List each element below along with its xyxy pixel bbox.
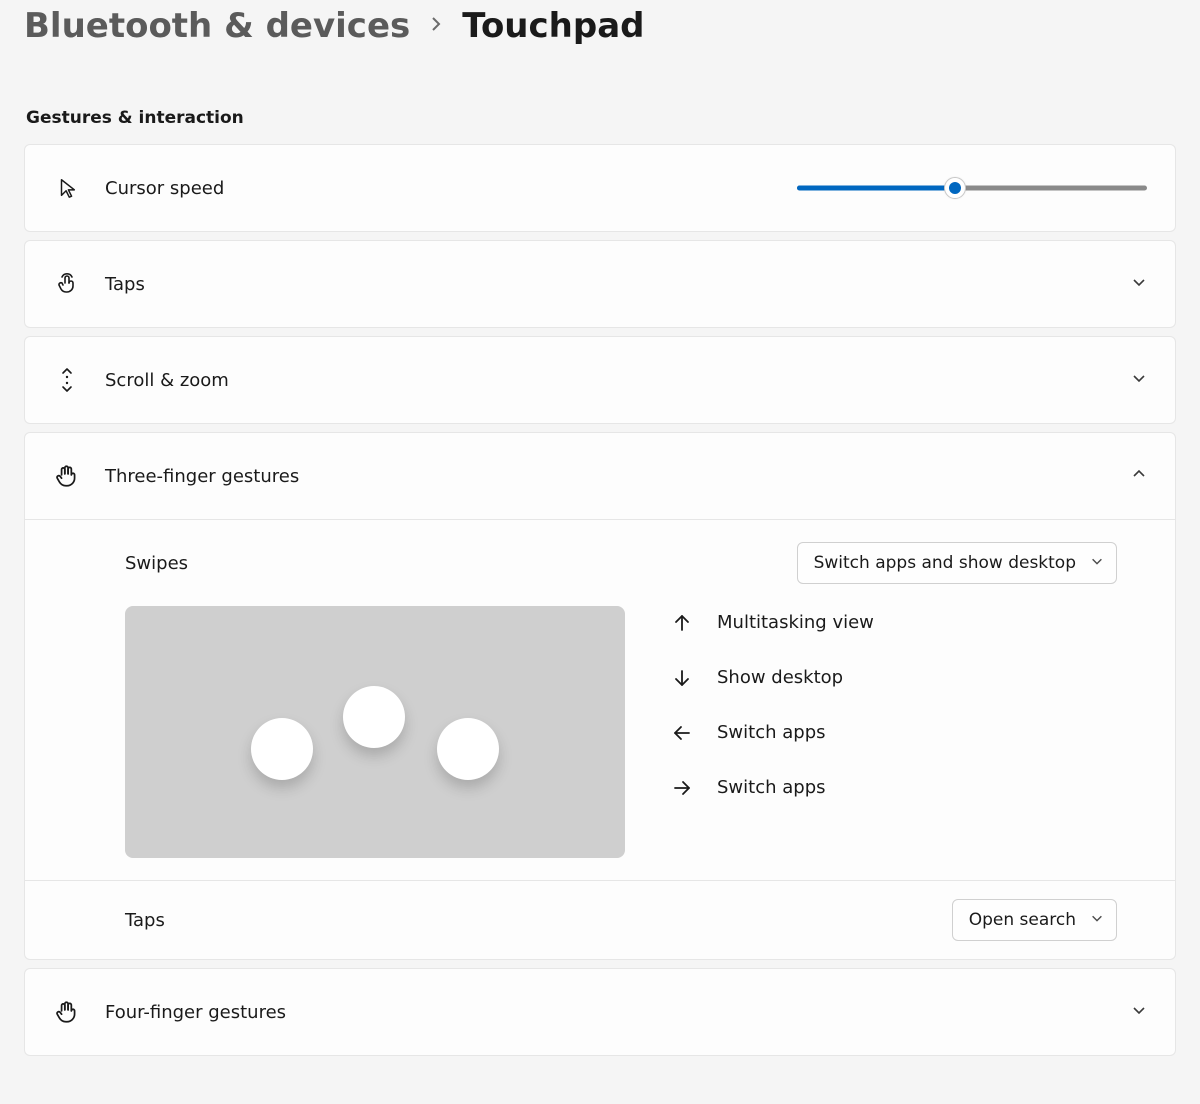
hand-icon [53,463,81,489]
chevron-down-icon [1131,370,1147,390]
three-finger-header[interactable]: Three-finger gestures [25,433,1175,519]
card-three-finger: Three-finger gestures Swipes Switch apps… [24,432,1176,960]
breadcrumb-parent[interactable]: Bluetooth & devices [24,6,410,46]
swipe-right-item: Switch apps [669,777,874,798]
three-finger-sub-swipes: Swipes Switch apps and show desktop [25,519,1175,880]
chevron-down-icon [1131,274,1147,294]
section-title-gestures: Gestures & interaction [26,108,1176,128]
swipe-up-label: Multitasking view [717,612,874,633]
swipe-up-item: Multitasking view [669,612,874,633]
arrow-up-icon [669,613,695,633]
four-finger-label: Four-finger gestures [105,1002,286,1023]
three-finger-taps-dropdown[interactable]: Open search [952,899,1117,941]
swipe-direction-list: Multitasking view Show desktop Switch ap… [669,606,874,798]
hand-icon [53,999,81,1025]
cursor-icon [53,176,81,200]
chevron-up-icon [1131,466,1147,486]
chevron-down-icon [1131,1002,1147,1022]
finger-dot [251,718,313,780]
arrow-right-icon [669,778,695,798]
swipes-label: Swipes [125,553,188,574]
page-title: Touchpad [462,6,644,46]
chevron-right-icon [428,12,444,40]
three-finger-sub-taps: Taps Open search [25,880,1175,959]
touchpad-illustration [125,606,625,858]
three-finger-taps-label: Taps [125,910,165,931]
three-finger-taps-value: Open search [969,910,1076,930]
finger-dot [343,686,405,748]
swipe-down-label: Show desktop [717,667,843,688]
swipe-down-item: Show desktop [669,667,874,688]
swipes-dropdown-value: Switch apps and show desktop [814,553,1076,573]
chevron-down-icon [1090,910,1104,930]
scroll-zoom-label: Scroll & zoom [105,370,229,391]
swipe-right-label: Switch apps [717,777,826,798]
card-taps[interactable]: Taps [24,240,1176,328]
three-finger-label: Three-finger gestures [105,466,299,487]
cursor-speed-label: Cursor speed [105,178,224,199]
swipe-left-label: Switch apps [717,722,826,743]
arrow-left-icon [669,723,695,743]
taps-label: Taps [105,274,145,295]
tap-icon [53,272,81,296]
swipe-left-item: Switch apps [669,722,874,743]
scroll-zoom-icon [53,366,81,394]
cursor-speed-slider[interactable] [797,176,1147,200]
card-cursor-speed: Cursor speed [24,144,1176,232]
swipes-dropdown[interactable]: Switch apps and show desktop [797,542,1117,584]
chevron-down-icon [1090,553,1104,573]
breadcrumb: Bluetooth & devices Touchpad [24,0,1176,60]
arrow-down-icon [669,668,695,688]
finger-dot [437,718,499,780]
card-four-finger[interactable]: Four-finger gestures [24,968,1176,1056]
card-scroll-zoom[interactable]: Scroll & zoom [24,336,1176,424]
